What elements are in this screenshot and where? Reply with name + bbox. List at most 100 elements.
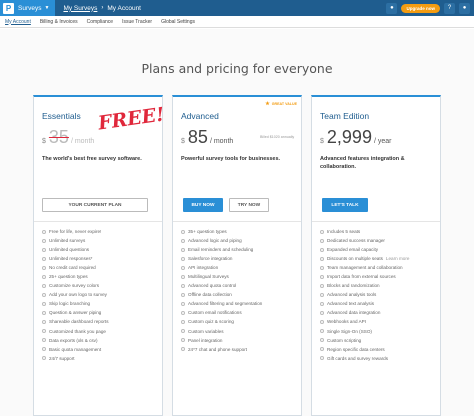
- free-label: FREE!: [96, 103, 166, 135]
- feature-item: Advanced quota control: [181, 281, 299, 290]
- feature-item: Discounts on multiple seats Learn more: [320, 254, 438, 263]
- feature-item: No credit card required: [42, 263, 160, 272]
- check-icon: [320, 347, 324, 352]
- feature-item: Basic quota management: [42, 345, 160, 354]
- plan-description: Powerful survey tools for businesses.: [181, 156, 281, 162]
- great-value-badge: ★ GREAT VALUE: [265, 101, 297, 107]
- feature-item: 25+ question types: [42, 272, 160, 281]
- current-plan-button[interactable]: YOUR CURRENT PLAN: [42, 198, 148, 212]
- feature-item: Question & answer piping: [42, 308, 160, 317]
- caret-down-icon: ▼: [44, 5, 50, 11]
- check-icon: [42, 338, 46, 343]
- tab-compliance[interactable]: Compliance: [87, 19, 113, 25]
- check-icon: [42, 356, 46, 361]
- check-icon: [320, 256, 324, 261]
- app-switcher[interactable]: P Surveys ▼: [0, 0, 56, 16]
- tab-billing-invoices[interactable]: Billing & Invoices: [40, 19, 78, 25]
- check-icon: [181, 283, 185, 288]
- buy-now-button[interactable]: BUY NOW: [183, 198, 223, 212]
- check-icon: [42, 256, 46, 261]
- feature-item: Custom variables: [181, 327, 299, 336]
- check-icon: [42, 329, 46, 334]
- check-icon: [181, 338, 185, 343]
- upgrade-button[interactable]: Upgrade now: [401, 3, 440, 13]
- check-icon: [320, 238, 324, 243]
- feature-item: Custom quiz & scoring: [181, 317, 299, 326]
- feature-item: Single Sign-On (SSO): [320, 327, 438, 336]
- breadcrumb: My Surveys › My Account: [63, 5, 141, 12]
- plan-description: Advanced features integration & collabor…: [320, 156, 405, 170]
- check-icon: [42, 292, 46, 297]
- currency-symbol: $: [42, 138, 46, 145]
- question-icon[interactable]: ?: [444, 2, 455, 14]
- check-icon: [181, 256, 185, 261]
- tab-my-account[interactable]: My Account: [5, 19, 31, 25]
- check-icon: [320, 292, 324, 297]
- check-icon: [42, 283, 46, 288]
- feature-list: Includes 5 seats Dedicated success manag…: [320, 227, 438, 363]
- feature-item: 24*7 chat and phone support: [181, 345, 299, 354]
- feature-item: Free for life, never expire!: [42, 227, 160, 236]
- top-bar: P Surveys ▼ My Surveys › My Account ● Up…: [0, 0, 474, 16]
- feature-item: Skip logic branching: [42, 299, 160, 308]
- feature-item: Custom scripting: [320, 336, 438, 345]
- check-icon: [320, 310, 324, 315]
- check-icon: [181, 347, 185, 352]
- plan-description: The world's best free survey software.: [42, 156, 142, 162]
- billing-note: Billed $1020 annually: [260, 135, 295, 139]
- price-amount: 2,999: [326, 127, 372, 147]
- plan-title: Essentials: [42, 111, 81, 121]
- check-icon: [181, 329, 185, 334]
- check-icon: [181, 247, 185, 252]
- feature-item: 24/7 support: [42, 354, 160, 363]
- plan-price: $ 2,999 / year: [320, 127, 391, 148]
- user-icon[interactable]: ●: [459, 2, 470, 14]
- check-icon: [42, 229, 46, 234]
- feature-item: Includes 5 seats: [320, 227, 438, 236]
- check-icon: [320, 229, 324, 234]
- feature-item: Advanced filtering and segmentation: [181, 299, 299, 308]
- tab-global-settings[interactable]: Global Settings: [161, 19, 195, 25]
- breadcrumb-my-surveys[interactable]: My Surveys: [63, 5, 97, 12]
- lets-talk-button[interactable]: LET'S TALK: [322, 198, 368, 212]
- feature-item: Team management and collaboration: [320, 263, 438, 272]
- check-icon: [320, 338, 324, 343]
- check-icon: [42, 310, 46, 315]
- check-icon: [181, 301, 185, 306]
- plan-title: Team Edition: [320, 111, 370, 121]
- plan-price: $ 85 / month: [181, 127, 233, 148]
- divider: [173, 221, 301, 222]
- check-icon: [320, 301, 324, 306]
- tab-issue-tracker[interactable]: Issue Tracker: [122, 19, 152, 25]
- feature-item: Add your own logo to survey: [42, 290, 160, 299]
- plan-price: $ 35 / month: [42, 127, 94, 148]
- feature-item: Unlimited surveys: [42, 236, 160, 245]
- learn-more-link[interactable]: Learn more: [386, 254, 410, 263]
- check-icon: [320, 274, 324, 279]
- check-icon: [320, 247, 324, 252]
- feature-item: Panel integration: [181, 336, 299, 345]
- brand-logo: P: [3, 2, 14, 14]
- check-icon: [181, 310, 185, 315]
- feature-item: Offline data collection: [181, 290, 299, 299]
- price-period: / month: [70, 138, 95, 145]
- try-now-button[interactable]: TRY NOW: [229, 198, 269, 212]
- bell-icon[interactable]: ●: [386, 2, 398, 14]
- check-icon: [320, 265, 324, 270]
- check-icon: [42, 265, 46, 270]
- feature-item: Blocks and randomization: [320, 281, 438, 290]
- currency-symbol: $: [181, 138, 185, 145]
- feature-item: Advanced text analysis: [320, 299, 438, 308]
- feature-item: Import data from external sources: [320, 272, 438, 281]
- price-amount: 35: [48, 127, 69, 147]
- feature-item: Expanded email capacity: [320, 245, 438, 254]
- divider: [312, 221, 440, 222]
- feature-item: Webhooks and API: [320, 317, 438, 326]
- check-icon: [320, 283, 324, 288]
- feature-item: Dedicated success manager: [320, 236, 438, 245]
- feature-list: 35+ question types Advanced logic and pi…: [181, 227, 299, 354]
- feature-item: Advanced analysis tools: [320, 290, 438, 299]
- check-icon: [42, 319, 46, 324]
- price-period: / month: [209, 138, 234, 145]
- check-icon: [181, 319, 185, 324]
